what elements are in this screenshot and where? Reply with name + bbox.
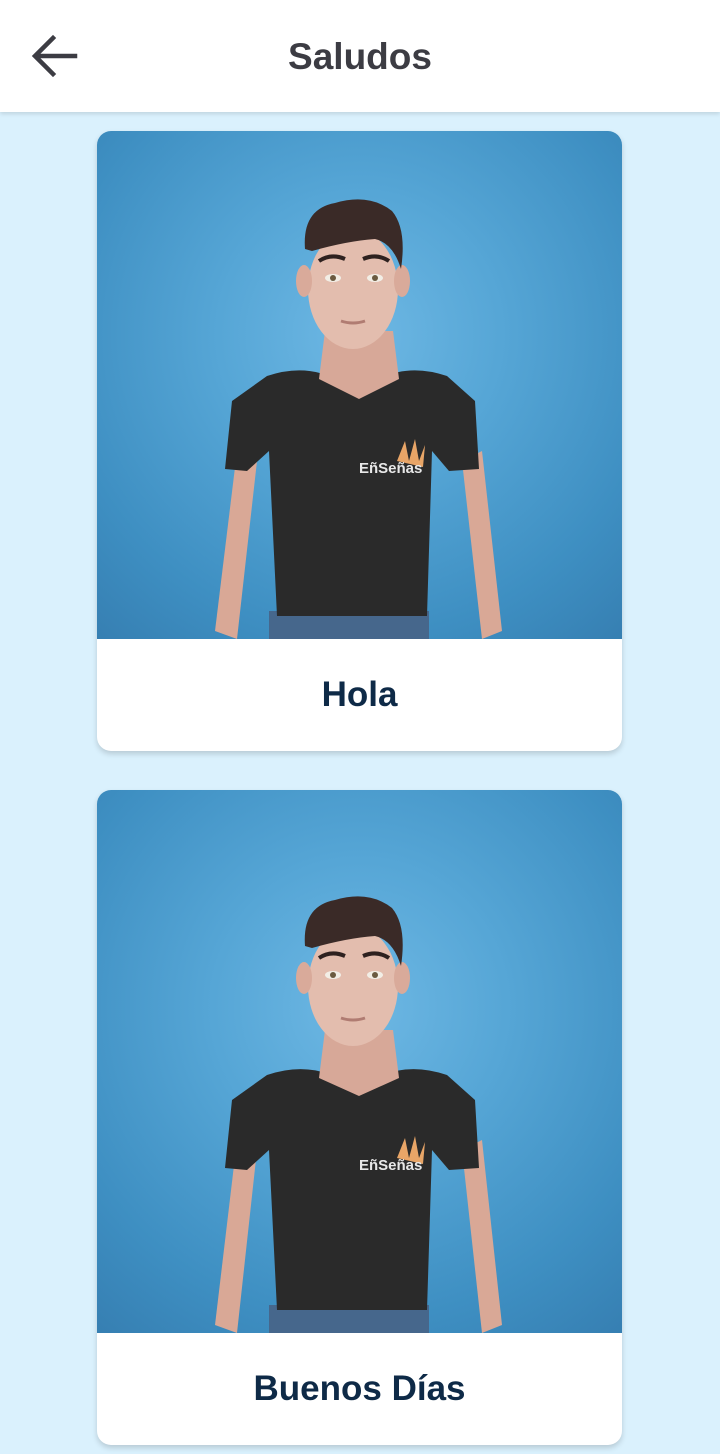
sign-card-label: Buenos Días	[253, 1369, 466, 1408]
back-button[interactable]	[22, 26, 86, 86]
sign-card-label: Hola	[321, 675, 398, 714]
avatar-thumbnail[interactable]: EñSeñas	[97, 131, 622, 639]
avatar-thumbnail[interactable]: EñSeñas	[97, 790, 622, 1333]
avatar-illustration: EñSeñas	[215, 896, 502, 1333]
shirt-logo: EñSeñas	[359, 460, 422, 477]
avatar-illustration: EñSeñas	[215, 199, 502, 639]
sign-card-buenos-dias[interactable]: EñSeñas Buenos Días	[97, 790, 622, 1445]
page-title: Saludos	[288, 36, 432, 77]
arrow-left-icon	[31, 34, 78, 78]
shirt-logo: EñSeñas	[359, 1157, 422, 1174]
top-app-bar: Saludos	[0, 0, 720, 112]
sign-card-hola[interactable]: EñSeñas Hola	[97, 131, 622, 751]
